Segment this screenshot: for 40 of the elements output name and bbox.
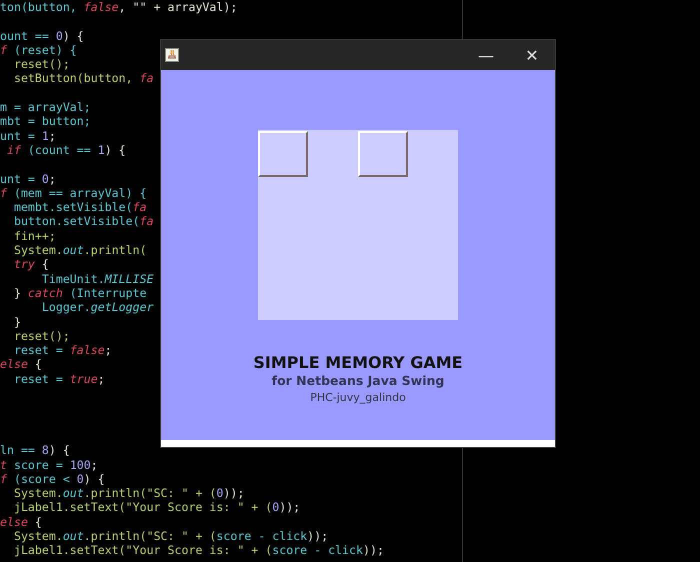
card-tile[interactable]	[358, 131, 408, 177]
game-title: SIMPLE MEMORY GAME	[253, 353, 463, 372]
code-line: unt = 0;	[0, 172, 56, 186]
code-line: mbt = button;	[0, 114, 91, 129]
minimize-button[interactable]: —	[463, 40, 509, 70]
card-tile[interactable]	[258, 131, 308, 177]
code-line: reset = true;	[12, 372, 105, 386]
code-line: if (count == 1) {	[6, 142, 126, 158]
code-line: f (mem == arrayVal) {	[0, 186, 147, 200]
code-line: ton(button, false, "" + arrayVal);	[0, 0, 238, 14]
code-line: f (reset) {	[0, 42, 77, 58]
code-line: Logger.getLogger	[40, 300, 154, 315]
code-line: System.out.println(	[12, 243, 147, 258]
game-subtitle: for Netbeans Java Swing	[272, 373, 444, 388]
code-line: }	[12, 314, 21, 329]
code-line: reset = false;	[12, 343, 112, 358]
code-line: else {	[0, 514, 42, 529]
code-line: membt.setVisible(fa	[12, 200, 147, 214]
code-line: unt = 1;	[0, 128, 56, 143]
author-credit: PHC-juvy_galindo	[310, 391, 406, 404]
code-line: m = arrayVal;	[0, 100, 91, 114]
code-line: f (score < 0) {	[0, 472, 105, 486]
code-line: jLabel1.setText("Your Score is: " + (0));	[12, 500, 300, 515]
code-line: } catch (Interrupte	[12, 286, 147, 300]
code-line: button.setVisible(fa	[12, 214, 154, 229]
code-line: try {	[12, 257, 49, 272]
code-line: System.out.println("SC: " + (score - click));	[12, 528, 328, 544]
code-line: TimeUnit.MILLISE	[40, 272, 154, 286]
code-line: reset();	[12, 57, 70, 72]
code-line: t score = 100;	[0, 458, 98, 472]
close-button[interactable]: ✕	[509, 40, 555, 70]
code-line: ount == 0) {	[0, 28, 84, 43]
code-line: ln == 8) {	[0, 443, 70, 458]
code-line: jLabel1.setText("Your Score is: " + (score - click));	[12, 543, 384, 558]
code-line: System.out.println("SC: " + (0));	[12, 486, 244, 500]
code-line: setButton(button, fa	[12, 71, 154, 86]
cup-icon	[165, 48, 179, 62]
code-line: reset();	[12, 328, 70, 344]
code-line: else {	[0, 357, 42, 372]
code-line: fin++;	[12, 228, 56, 244]
